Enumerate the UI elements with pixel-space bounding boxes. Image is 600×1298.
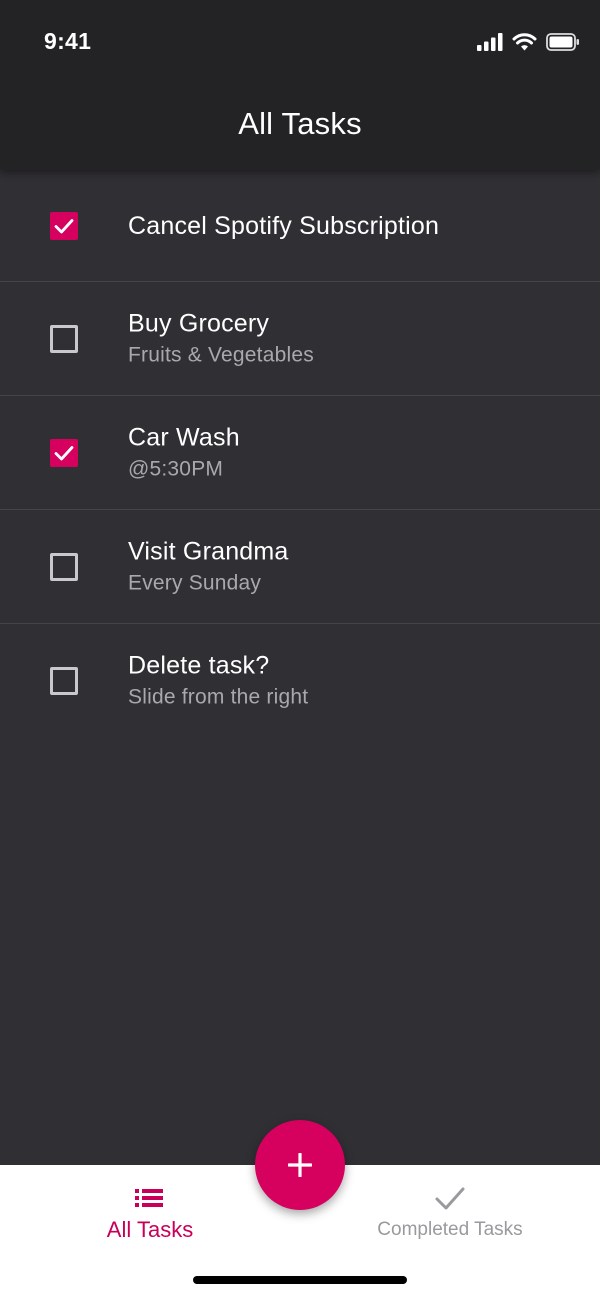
app-screen: 9:41 All Tasks Cancel Spotify Subscripti…	[0, 0, 600, 1298]
nav-label-completed-tasks: Completed Tasks	[377, 1219, 523, 1240]
task-title: Delete task?	[128, 651, 270, 680]
battery-icon	[546, 32, 580, 56]
task-checkbox[interactable]	[50, 211, 78, 240]
cellular-signal-icon	[477, 32, 503, 56]
status-bar-time: 9:41	[44, 28, 92, 54]
add-task-button[interactable]	[255, 1120, 345, 1210]
page-title: All Tasks	[238, 106, 362, 141]
nav-label-all-tasks: All Tasks	[106, 1217, 194, 1242]
task-title: Car Wash	[128, 423, 240, 451]
task-checkbox[interactable]	[50, 552, 78, 581]
task-title: Cancel Spotify Subscription	[128, 211, 440, 240]
wifi-icon	[512, 32, 537, 56]
task-subtitle: Fruits & Vegetables	[128, 343, 314, 366]
checkmark-icon	[435, 1187, 465, 1210]
task-title: Buy Grocery	[128, 309, 270, 337]
task-subtitle: @5:30PM	[128, 457, 224, 480]
task-title: Visit Grandma	[128, 537, 289, 565]
task-item[interactable]: Visit Grandma Every Sunday	[0, 510, 600, 624]
task-text: Cancel Spotify Subscription	[128, 210, 439, 242]
task-checkbox[interactable]	[50, 324, 78, 353]
task-text: Car Wash @5:30PM	[128, 421, 240, 484]
checkmark-icon	[54, 445, 74, 460]
nav-tab-completed-tasks[interactable]: Completed Tasks	[300, 1165, 600, 1265]
task-checkbox[interactable]	[50, 438, 78, 467]
task-subtitle: Slide from the right	[128, 685, 309, 709]
top-app-bar: 9:41 All Tasks	[0, 0, 600, 170]
task-text: Visit Grandma Every Sunday	[128, 535, 289, 598]
task-item[interactable]: Delete task? Slide from the right	[0, 624, 600, 738]
task-item[interactable]: Cancel Spotify Subscription	[0, 170, 600, 282]
task-list: Cancel Spotify Subscription Buy Grocery …	[0, 170, 600, 738]
task-item[interactable]: Car Wash @5:30PM	[0, 396, 600, 510]
task-checkbox[interactable]	[50, 667, 78, 695]
home-indicator[interactable]	[193, 1276, 407, 1284]
status-bar-icons	[477, 32, 580, 56]
task-text: Buy Grocery Fruits & Vegetables	[128, 307, 314, 370]
task-text: Delete task? Slide from the right	[128, 650, 308, 713]
nav-tab-all-tasks[interactable]: All Tasks	[0, 1165, 300, 1265]
task-item[interactable]: Buy Grocery Fruits & Vegetables	[0, 282, 600, 396]
task-subtitle: Every Sunday	[128, 571, 262, 594]
list-icon	[135, 1189, 163, 1207]
checkmark-icon	[54, 218, 74, 233]
plus-icon	[288, 1153, 312, 1177]
